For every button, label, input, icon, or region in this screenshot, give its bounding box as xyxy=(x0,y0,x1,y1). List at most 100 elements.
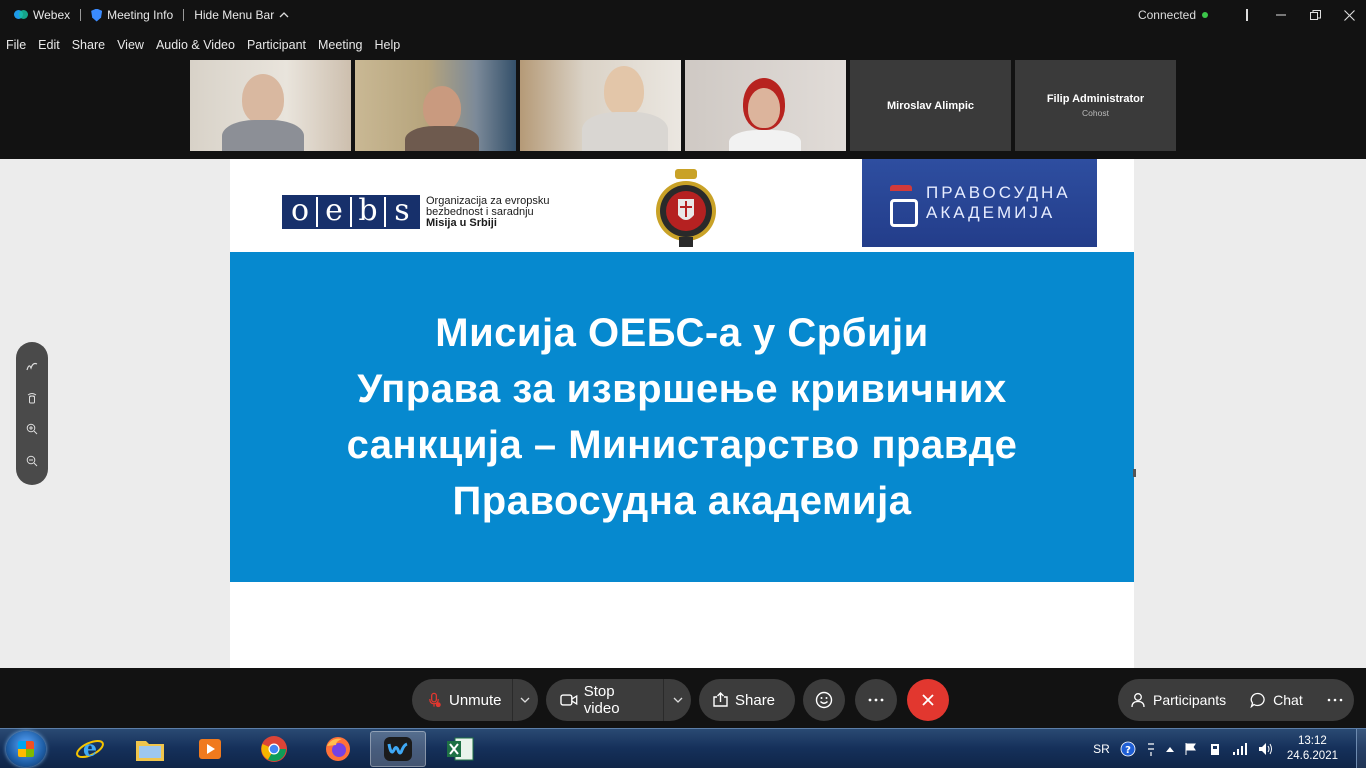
svg-text:e: e xyxy=(83,736,97,762)
more-options-button[interactable] xyxy=(855,679,897,721)
title-bar: Webex Meeting Info Hide Menu Bar Connect… xyxy=(0,0,1366,30)
close-icon xyxy=(1343,9,1355,21)
window-divider xyxy=(1230,0,1264,30)
participant-video-4[interactable] xyxy=(685,60,846,151)
restore-button[interactable] xyxy=(1298,0,1332,30)
taskbar-file-explorer[interactable] xyxy=(122,731,178,767)
folder-icon xyxy=(136,741,164,761)
chrome-icon xyxy=(261,736,287,762)
meeting-info-button[interactable]: Meeting Info xyxy=(85,8,179,22)
remote-control-icon xyxy=(27,392,37,404)
language-indicator[interactable]: SR xyxy=(1093,742,1110,756)
menu-audio-video[interactable]: Audio & Video xyxy=(156,38,235,52)
system-clock[interactable]: 13:12 24.6.2021 xyxy=(1287,734,1338,764)
participant-role: Cohost xyxy=(1082,108,1109,118)
network-button[interactable] xyxy=(1232,742,1248,756)
clock-time: 13:12 xyxy=(1298,735,1327,747)
slide-title-line: Управа за извршење кривичних xyxy=(357,367,1007,411)
unmute-button[interactable]: Unmute xyxy=(412,679,538,721)
remote-control-button[interactable] xyxy=(25,391,39,405)
participant-tile-filip[interactable]: Filip Administrator Cohost xyxy=(1015,60,1176,151)
panel-buttons: Participants Chat xyxy=(1118,679,1354,721)
oebs-caption-line: Misija u Srbiji xyxy=(426,216,497,229)
zoom-in-icon xyxy=(26,424,38,435)
reactions-button[interactable] xyxy=(803,679,845,721)
meeting-info-label: Meeting Info xyxy=(107,8,174,22)
close-icon xyxy=(922,694,934,706)
zoom-in-button[interactable] xyxy=(25,422,39,436)
clock-date: 24.6.2021 xyxy=(1286,750,1338,762)
menu-view[interactable]: View xyxy=(117,38,144,52)
slide-title-line: Мисија ОЕБС-а у Србији xyxy=(435,311,929,355)
chat-icon xyxy=(1250,692,1265,708)
oebs-caption-line: bezbednost i saradnju xyxy=(426,205,534,218)
action-center-button[interactable] xyxy=(1184,742,1198,756)
webex-icon xyxy=(384,737,412,761)
unmute-label: Unmute xyxy=(448,691,502,709)
stop-video-button[interactable]: Stop video xyxy=(546,679,691,721)
taskbar-chrome[interactable] xyxy=(246,731,302,767)
academy-name-line: АКАДЕМИЈА xyxy=(926,203,1056,222)
pravosudna-akademija-logo: ПРАВОСУДНА АКАДЕМИЈА xyxy=(862,159,1097,247)
menu-file[interactable]: File xyxy=(6,38,26,52)
shared-content-area: o e b s Organizacija za evropsku bezbedn… xyxy=(0,159,1366,668)
menu-participant[interactable]: Participant xyxy=(247,38,306,52)
webex-logo-icon xyxy=(14,9,28,21)
pen-icon xyxy=(26,362,38,371)
restore-icon xyxy=(1309,9,1321,20)
show-desktop-button[interactable] xyxy=(1356,729,1366,768)
help-tray-button[interactable]: ? xyxy=(1120,741,1136,757)
zoom-out-button[interactable] xyxy=(25,454,39,468)
minimize-icon xyxy=(1276,14,1286,16)
taskbar-webex[interactable] xyxy=(370,731,426,767)
video-options-dropdown[interactable] xyxy=(663,679,691,721)
participant-face xyxy=(423,86,461,130)
participants-button[interactable]: Participants xyxy=(1118,679,1238,721)
webex-app-menu[interactable]: Webex xyxy=(8,8,76,22)
taskbar-media-player[interactable] xyxy=(182,731,238,767)
title-separator xyxy=(80,9,82,21)
hide-menu-bar-button[interactable]: Hide Menu Bar xyxy=(188,8,295,22)
taskbar-excel[interactable] xyxy=(432,731,488,767)
academy-name-line: ПРАВОСУДНА xyxy=(926,183,1071,202)
participant-video-2[interactable] xyxy=(355,60,516,151)
annotate-pen-button[interactable] xyxy=(25,359,39,373)
leave-meeting-button[interactable] xyxy=(907,679,949,721)
hide-menu-bar-label: Hide Menu Bar xyxy=(194,8,275,22)
menu-share[interactable]: Share xyxy=(72,38,105,52)
meeting-controls: Unmute Stop video Share Participants Cha… xyxy=(0,668,1366,728)
participant-video-3[interactable] xyxy=(520,60,681,151)
firefox-icon xyxy=(326,737,350,761)
stop-video-label: Stop video xyxy=(583,683,620,717)
slide-title-band: Мисија ОЕБС-а у Србији Управа за извршењ… xyxy=(230,252,1134,582)
excel-icon xyxy=(447,737,474,761)
signal-bars-icon xyxy=(1232,743,1247,755)
audio-options-dropdown[interactable] xyxy=(511,679,538,721)
system-tray: SR ? 13:12 24.6.2021 xyxy=(1088,729,1366,768)
panel-more-button[interactable] xyxy=(1315,679,1355,721)
volume-button[interactable] xyxy=(1258,742,1274,756)
svg-text:?: ? xyxy=(1125,745,1131,756)
input-options-button[interactable] xyxy=(1146,741,1156,757)
device-tray-button[interactable] xyxy=(1208,742,1222,756)
menu-edit[interactable]: Edit xyxy=(38,38,60,52)
menu-meeting[interactable]: Meeting xyxy=(318,38,362,52)
close-window-button[interactable] xyxy=(1332,0,1366,30)
participant-tile-miroslav[interactable]: Miroslav Alimpic xyxy=(850,60,1011,151)
more-icon xyxy=(868,698,884,702)
academy-logo-icon xyxy=(890,185,918,227)
share-button[interactable]: Share xyxy=(699,679,795,721)
chat-button[interactable]: Chat xyxy=(1238,679,1315,721)
participant-video-1[interactable] xyxy=(190,60,351,151)
participant-face xyxy=(748,88,780,128)
connection-status: Connected xyxy=(1138,8,1208,22)
taskbar-internet-explorer[interactable]: e xyxy=(62,731,118,767)
taskbar-firefox[interactable] xyxy=(310,731,366,767)
zoom-out-icon xyxy=(26,455,38,467)
show-hidden-icons-button[interactable] xyxy=(1165,746,1174,752)
minimize-button[interactable] xyxy=(1264,0,1298,30)
start-button[interactable] xyxy=(6,731,46,767)
participant-body xyxy=(582,112,668,151)
menu-help[interactable]: Help xyxy=(374,38,400,52)
slide-title-line: Правосудна академија xyxy=(452,479,912,523)
